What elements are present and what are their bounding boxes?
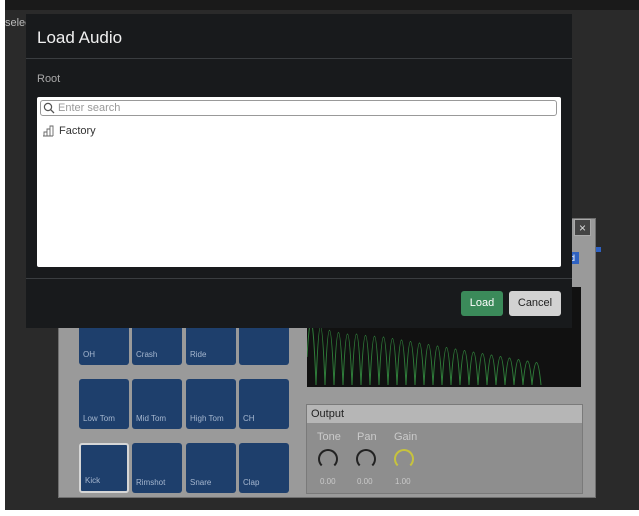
drum-pad-snare[interactable]: Snare [186, 443, 236, 493]
drum-pad-mid-tom[interactable]: Mid Tom [132, 379, 182, 429]
tone-value: 0.00 [320, 477, 336, 486]
tone-label: Tone [317, 431, 341, 443]
load-button[interactable]: Load [461, 291, 503, 316]
drum-pad-kick[interactable]: Kick [79, 443, 129, 493]
search-icon [43, 102, 55, 114]
search-box [40, 100, 557, 116]
app-top-strip [5, 0, 639, 10]
output-panel: Output Tone Pan Gain 0.00 0.00 1.00 [306, 404, 583, 494]
drum-pad-clap[interactable]: Clap [239, 443, 289, 493]
drum-pad-low-tom[interactable]: Low Tom [79, 379, 129, 429]
tone-knob[interactable] [318, 449, 338, 469]
gain-label: Gain [394, 431, 418, 443]
drum-pad-rimshot[interactable]: Rimshot [132, 443, 182, 493]
search-input[interactable] [58, 101, 548, 115]
load-audio-dialog: Load Audio Root Factory Load Cancel [26, 14, 572, 328]
folder-tree-icon [43, 125, 54, 137]
title-divider [26, 58, 572, 59]
breadcrumb[interactable]: Root [37, 73, 60, 85]
pan-label: Pan [357, 431, 377, 443]
pan-value: 0.00 [357, 477, 373, 486]
output-panel-title: Output [307, 405, 582, 423]
drum-pad-ch[interactable]: CH [239, 379, 289, 429]
dialog-title: Load Audio [37, 28, 123, 47]
cancel-button[interactable]: Cancel [509, 291, 561, 316]
footer-divider [26, 278, 572, 279]
gain-value: 1.00 [395, 477, 411, 486]
plugin-close-button[interactable]: × [574, 219, 591, 236]
pan-knob[interactable] [356, 449, 376, 469]
tree-item-label: Factory [59, 125, 96, 137]
blue-marker [596, 247, 601, 252]
drum-pad-high-tom[interactable]: High Tom [186, 379, 236, 429]
file-browser: Factory [37, 97, 561, 267]
gain-knob[interactable] [394, 449, 414, 469]
